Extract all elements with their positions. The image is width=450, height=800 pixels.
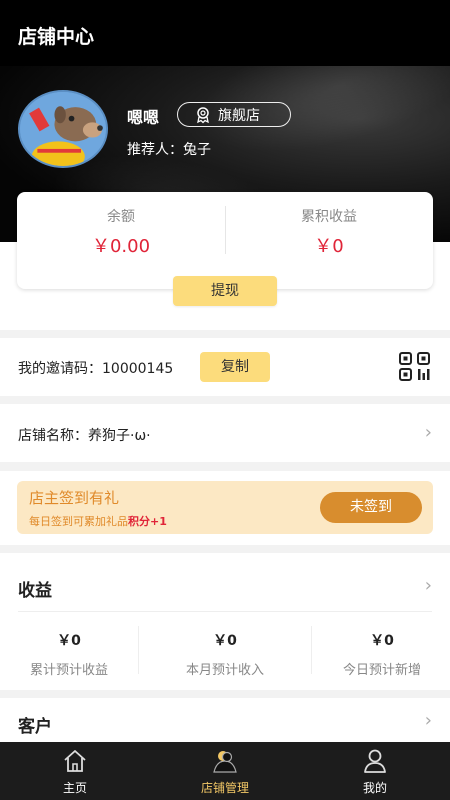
earnings-section: 收益 › ￥0 累计预计收益 ￥0 本月预计收入 ￥0 今日预计新增 — [0, 553, 450, 690]
chevron-right-icon[interactable]: › — [425, 575, 432, 596]
withdraw-button[interactable]: 提现 — [173, 276, 277, 306]
signin-desc: 每日签到可累加礼品积分+1 — [29, 515, 167, 528]
divider — [18, 611, 432, 612]
shop-name-label: 店铺名称：养狗子·ω· — [18, 428, 151, 444]
signin-banner: 店主签到有礼 每日签到可累加礼品积分+1 未签到 — [17, 481, 433, 534]
tab-shop-manage[interactable]: 店铺管理 — [150, 748, 300, 796]
stat-value: ￥0 — [57, 633, 81, 649]
copy-button[interactable]: 复制 — [200, 352, 270, 382]
home-icon — [64, 750, 86, 772]
bottom-tab-bar: 主页 店铺管理 我的 — [0, 742, 450, 800]
tab-label: 店铺管理 — [200, 781, 249, 795]
stat-today-expected: ￥0 今日预计新增 — [307, 630, 450, 678]
points-highlight: 积分+1 — [128, 515, 167, 528]
tab-label: 主页 — [62, 781, 87, 795]
earnings-title: 收益 — [18, 581, 52, 601]
stat-total-expected: ￥0 累计预计收益 — [0, 630, 144, 678]
avatar-image — [20, 92, 106, 166]
stat-label: 本月预计收入 — [185, 663, 264, 678]
stat-value: ￥0 — [370, 633, 394, 649]
stat-label: 累计预计收益 — [29, 663, 108, 678]
badge-label: 旗舰店 — [218, 107, 260, 124]
customers-title: 客户 — [18, 717, 52, 737]
signin-button[interactable]: 未签到 — [320, 492, 422, 523]
referrer-text: 推荐人：兔子 — [127, 142, 211, 158]
stat-month-expected: ￥0 本月预计收入 — [150, 630, 300, 678]
total-earnings-label: 累积收益 — [301, 209, 357, 225]
stat-label: 今日预计新增 — [342, 663, 421, 678]
balance-value: ￥0.00 — [91, 236, 151, 257]
invite-code-row: 我的邀请码：10000145 复制 — [0, 338, 450, 396]
flagship-badge: 旗舰店 — [177, 102, 291, 127]
tab-mine[interactable]: 我的 — [300, 748, 450, 796]
invite-code-label: 我的邀请码：10000145 — [18, 361, 174, 377]
avatar[interactable] — [18, 90, 108, 168]
qr-code-icon[interactable] — [398, 352, 432, 382]
shop-manage-icon — [213, 751, 237, 773]
award-icon — [197, 106, 209, 123]
shop-name-row[interactable]: 店铺名称：养狗子·ω· › — [0, 404, 450, 462]
user-icon — [364, 749, 386, 773]
customers-row[interactable]: 客户 › — [0, 698, 450, 743]
tab-home[interactable]: 主页 — [0, 748, 150, 796]
stat-value: ￥0 — [213, 633, 237, 649]
tab-label: 我的 — [362, 781, 387, 795]
user-name: 嗯嗯 — [127, 108, 160, 127]
page-title: 店铺中心 — [18, 26, 95, 48]
divider — [138, 626, 139, 674]
balance-label: 余额 — [107, 209, 135, 225]
signin-title: 店主签到有礼 — [29, 489, 120, 507]
total-earnings-value: ￥0 — [314, 236, 344, 257]
signin-section: 店主签到有礼 每日签到可累加礼品积分+1 未签到 — [0, 471, 450, 545]
chevron-right-icon: › — [424, 710, 432, 731]
chevron-right-icon: › — [424, 422, 432, 443]
title-bar: 店铺中心 — [0, 0, 450, 66]
balance-card: 余额 ￥0.00 累积收益 ￥0 — [17, 192, 433, 289]
